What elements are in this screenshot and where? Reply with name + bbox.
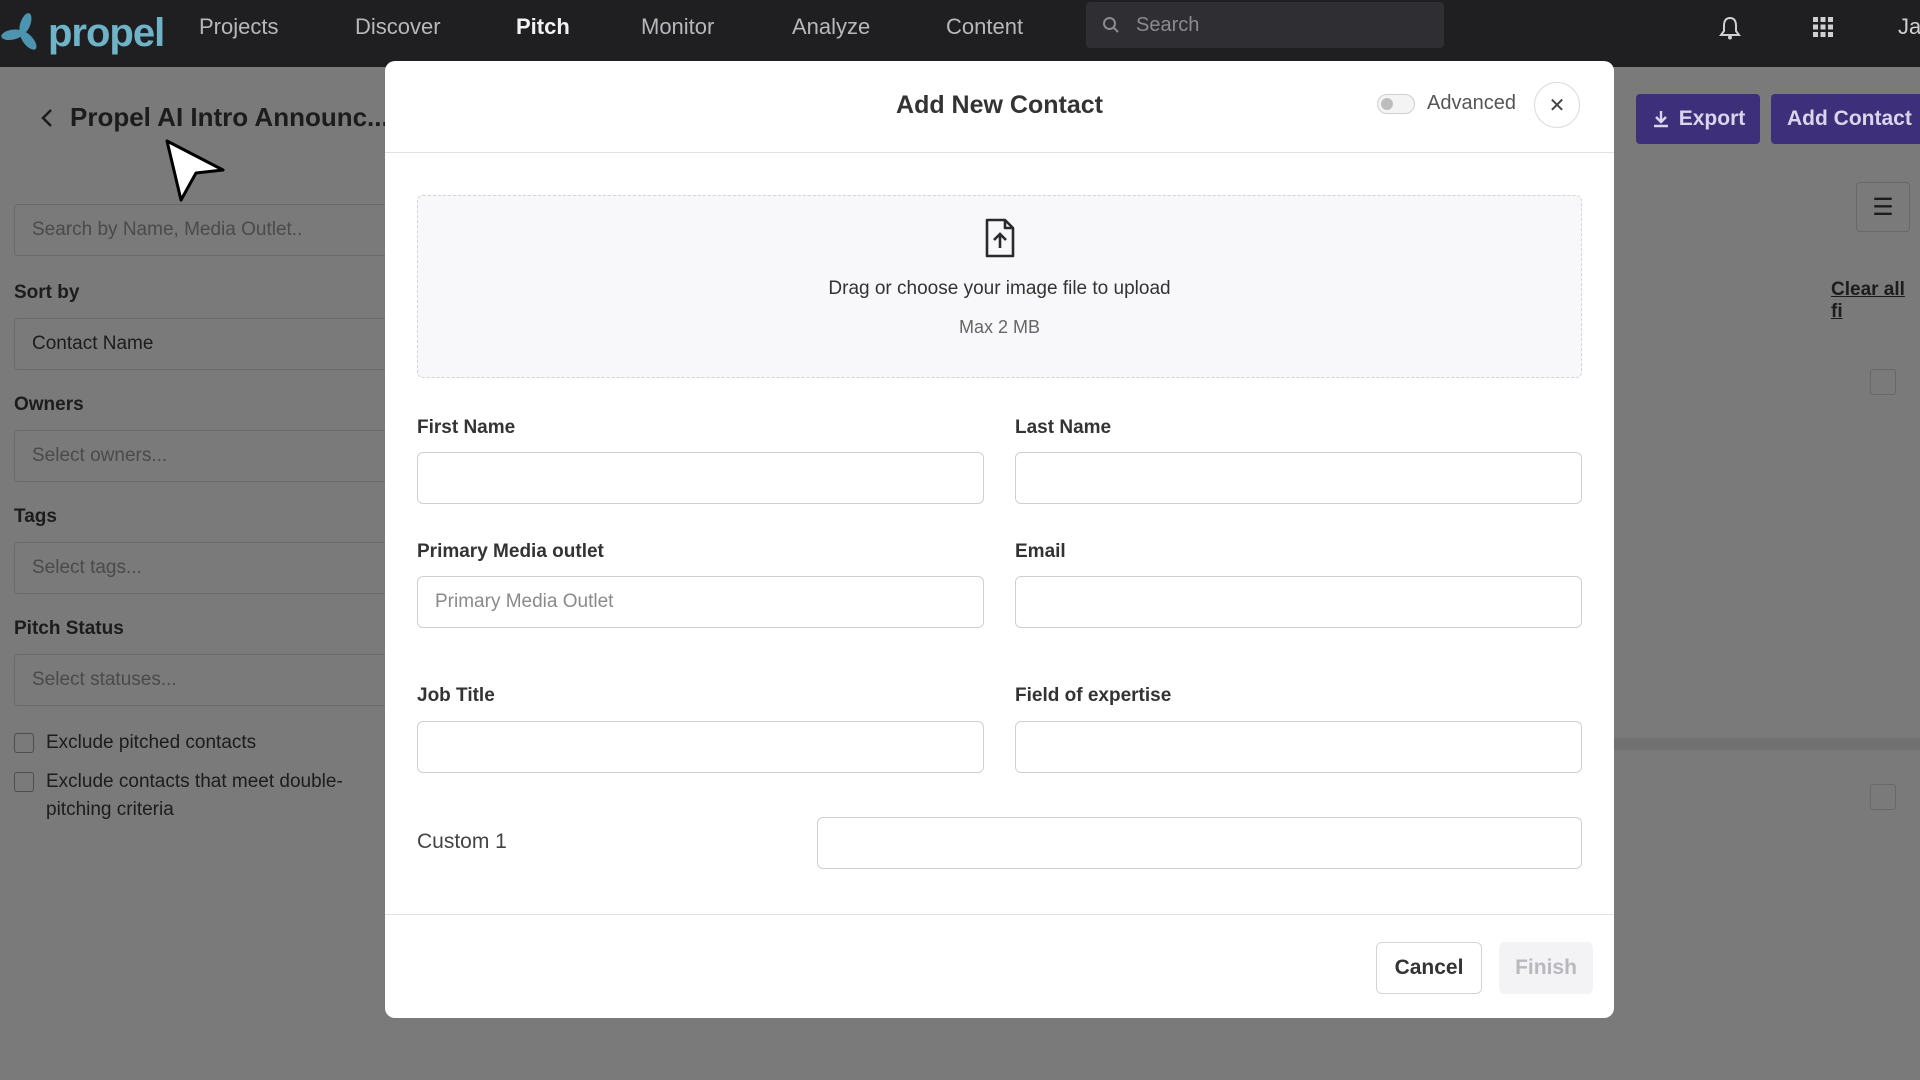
filter-search-input[interactable]: Search by Name, Media Outlet.. [14, 204, 414, 256]
close-icon[interactable]: ✕ [1534, 82, 1580, 128]
modal-header: Add New Contact Advanced ✕ [385, 61, 1614, 153]
nav-pitch[interactable]: Pitch [516, 14, 570, 40]
toggle-switch[interactable] [1377, 93, 1415, 114]
job-title-input[interactable] [417, 721, 984, 773]
user-menu[interactable]: Ja [1898, 14, 1920, 40]
modal-footer-divider [385, 914, 1614, 915]
email-input[interactable] [1015, 576, 1582, 628]
last-name-input[interactable] [1015, 452, 1582, 504]
media-outlet-input[interactable] [417, 576, 984, 628]
first-name-input[interactable] [417, 452, 984, 504]
back-chevron-icon[interactable] [40, 107, 54, 129]
add-contact-button[interactable]: Add Contact [1771, 94, 1920, 144]
label-line-1: Exclude contacts that meet double- [46, 771, 343, 792]
email-label: Email [1015, 541, 1066, 562]
pitch-status-select[interactable]: Select statuses... [14, 654, 414, 706]
upload-size-limit: Max 2 MB [958, 317, 1041, 337]
mouse-cursor-icon [165, 139, 225, 202]
cancel-button[interactable]: Cancel [1376, 942, 1482, 994]
nav-discover[interactable]: Discover [355, 14, 441, 40]
custom1-label: Custom 1 [417, 830, 507, 853]
page-title: Propel AI Intro Announc... [70, 102, 389, 132]
upload-instructions: Drag or choose your image file to upload [828, 278, 1171, 299]
custom1-input[interactable] [817, 817, 1582, 869]
page-header: Propel AI Intro Announc... [40, 102, 389, 133]
add-contact-modal: Add New Contact Advanced ✕ Drag or choos… [385, 61, 1614, 1018]
advanced-toggle[interactable]: Advanced [1377, 92, 1516, 115]
expertise-input[interactable] [1015, 721, 1582, 773]
file-upload-icon [985, 218, 1015, 258]
pitch-status-label: Pitch Status [14, 618, 124, 639]
nav-analyze[interactable]: Analyze [792, 14, 870, 40]
checkbox-box[interactable] [14, 772, 34, 792]
propel-logo[interactable]: propel [0, 8, 165, 58]
exclude-double-pitching-label: Exclude contacts that meet double- pitch… [46, 768, 343, 824]
list-view-icon[interactable]: ☰ [1856, 182, 1910, 232]
propel-logo-icon [1, 13, 37, 50]
exclude-pitched-label: Exclude pitched contacts [46, 732, 257, 753]
sort-by-select[interactable]: Contact Name [14, 318, 414, 370]
owners-select[interactable]: Select owners... [14, 430, 414, 482]
exclude-pitched-checkbox[interactable]: Exclude pitched contacts [14, 729, 256, 757]
row-divider [1614, 738, 1920, 750]
job-title-label: Job Title [417, 685, 495, 706]
finish-button[interactable]: Finish [1499, 942, 1593, 994]
apps-grid-icon[interactable] [1813, 17, 1833, 37]
sort-by-label: Sort by [14, 282, 80, 303]
expertise-label: Field of expertise [1015, 685, 1172, 706]
logo-text: propel [48, 10, 165, 55]
owners-label: Owners [14, 394, 84, 415]
media-outlet-label: Primary Media outlet [417, 541, 604, 562]
row-checkbox[interactable] [1870, 784, 1896, 810]
nav-content[interactable]: Content [946, 14, 1023, 40]
export-button[interactable]: Export [1636, 94, 1760, 144]
label-line-2: pitching criteria [46, 799, 174, 820]
last-name-label: Last Name [1015, 417, 1112, 438]
top-nav: propel Projects Discover Pitch Monitor A… [0, 0, 1920, 67]
search-icon [1103, 17, 1119, 33]
advanced-label: Advanced [1427, 92, 1516, 114]
global-search[interactable]: Search [1086, 2, 1444, 48]
clear-all-filters-link[interactable]: Clear all fi [1831, 279, 1920, 323]
nav-projects[interactable]: Projects [199, 14, 278, 40]
export-label: Export [1678, 107, 1746, 130]
checkbox-box[interactable] [14, 733, 34, 753]
tags-select[interactable]: Select tags... [14, 542, 414, 594]
filter-panel: Search by Name, Media Outlet.. Sort by C… [0, 170, 430, 1080]
add-contact-label: Add Contact [1787, 107, 1912, 130]
download-icon [1653, 111, 1668, 128]
tags-label: Tags [14, 506, 57, 527]
bell-icon[interactable] [1719, 16, 1741, 40]
first-name-label: First Name [417, 417, 516, 438]
row-checkbox[interactable] [1870, 369, 1896, 395]
nav-monitor[interactable]: Monitor [641, 14, 714, 40]
exclude-double-pitching-checkbox[interactable]: Exclude contacts that meet double- pitch… [14, 768, 343, 824]
search-placeholder: Search [1136, 13, 1200, 36]
image-upload-dropzone[interactable]: Drag or choose your image file to upload… [417, 195, 1582, 378]
